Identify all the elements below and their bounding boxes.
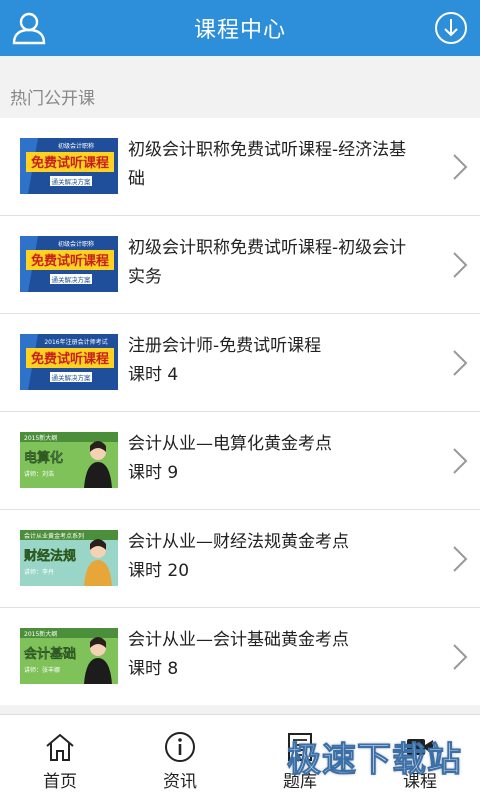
lesson-count: 课时 9 <box>128 463 179 483</box>
svg-text:初级会计职称: 初级会计职称 <box>58 142 94 150</box>
bottom-tab-bar: 首页 资讯 题库 课程 <box>0 714 480 801</box>
tab-label: 资讯 <box>163 772 197 792</box>
home-icon <box>46 733 74 761</box>
thumbnail-graphic: 初级会计职称免费试听课程通关解决方案 <box>20 138 118 194</box>
tab-home[interactable]: 首页 <box>0 715 120 801</box>
tab-question-bank[interactable]: 题库 <box>240 715 360 801</box>
svg-text:讲师：张丰娜: 讲师：张丰娜 <box>24 666 60 674</box>
tab-news[interactable]: 资讯 <box>120 715 240 801</box>
section-title: 热门公开课 <box>10 89 95 109</box>
user-icon[interactable] <box>10 9 48 47</box>
svg-text:会计基础: 会计基础 <box>24 646 76 662</box>
course-thumbnail: 2015新大纲会计基础讲师：张丰娜 <box>20 628 118 684</box>
course-row[interactable]: 会计从业黄金考点系列财经法规讲师：李丹 会计从业—财经法规黄金考点 课时 20 <box>0 510 480 608</box>
lesson-count: 课时 4 <box>128 365 179 385</box>
course-thumbnail: 2016年注册会计师考试免费试听课程通关解决方案 <box>20 334 118 390</box>
chevron-right-icon <box>453 644 468 670</box>
chevron-right-icon <box>453 546 468 572</box>
svg-text:电算化: 电算化 <box>24 450 63 466</box>
download-icon[interactable] <box>434 11 468 45</box>
app-header: 课程中心 <box>0 0 480 56</box>
thumbnail-graphic: 2015新大纲电算化讲师：刘浩 <box>20 432 118 488</box>
info-icon <box>165 732 195 762</box>
course-thumbnail: 2015新大纲电算化讲师：刘浩 <box>20 432 118 488</box>
svg-text:通关解决方案: 通关解决方案 <box>52 373 92 382</box>
course-row[interactable]: 初级会计职称免费试听课程通关解决方案 初级会计职称免费试听课程-经济法基础 <box>0 118 480 216</box>
chevron-right-icon <box>453 448 468 474</box>
svg-text:2016年注册会计师考试: 2016年注册会计师考试 <box>44 338 107 346</box>
svg-text:讲师：刘浩: 讲师：刘浩 <box>24 470 54 478</box>
course-row[interactable]: 2016年注册会计师考试免费试听课程通关解决方案 注册会计师-免费试听课程 课时 … <box>0 314 480 412</box>
svg-text:免费试听课程: 免费试听课程 <box>31 253 109 269</box>
course-list: 初级会计职称 免费试听课程 通关解决方案 初级会计职称免费试听课程-经济法基础 初级… <box>0 118 480 705</box>
course-title: 初级会计职称免费试听课程-经济法基础 <box>128 140 407 189</box>
chevron-right-icon <box>453 252 468 278</box>
tab-label: 题库 <box>283 772 317 792</box>
tab-courses[interactable]: 课程 <box>360 715 480 801</box>
course-title: 注册会计师-免费试听课程 课时 4 <box>128 332 418 390</box>
svg-text:通关解决方案: 通关解决方案 <box>52 177 92 186</box>
page-title: 课程中心 <box>193 18 286 43</box>
course-row[interactable]: 2015新大纲电算化讲师：刘浩 会计从业—电算化黄金考点 课时 9 <box>0 412 480 510</box>
svg-text:讲师：李丹: 讲师：李丹 <box>24 568 54 576</box>
svg-text:财经法规: 财经法规 <box>24 548 76 564</box>
document-icon <box>288 733 312 761</box>
tab-label: 首页 <box>43 772 77 792</box>
thumbnail-graphic: 会计从业黄金考点系列财经法规讲师：李丹 <box>20 530 118 586</box>
chevron-right-icon <box>453 350 468 376</box>
chevron-right-icon <box>453 154 468 180</box>
course-title: 会计从业—财经法规黄金考点 课时 20 <box>128 528 418 586</box>
course-title: 会计从业—电算化黄金考点 课时 9 <box>128 430 418 488</box>
svg-text:2015新大纲: 2015新大纲 <box>24 630 57 638</box>
course-title: 初级会计职称免费试听课程-初级会计实务 <box>128 238 407 287</box>
svg-text:初级会计职称: 初级会计职称 <box>58 240 94 248</box>
course-row[interactable]: 2015新大纲会计基础讲师：张丰娜 会计从业—会计基础黄金考点 课时 8 <box>0 608 480 705</box>
svg-text:2015新大纲: 2015新大纲 <box>24 434 57 442</box>
svg-text:免费试听课程: 免费试听课程 <box>31 351 109 367</box>
svg-text:免费试听课程: 免费试听课程 <box>31 155 109 171</box>
thumbnail-graphic: 初级会计职称免费试听课程通关解决方案 <box>20 236 118 292</box>
course-thumbnail: 初级会计职称免费试听课程通关解决方案 <box>20 236 118 292</box>
course-title: 会计从业—会计基础黄金考点 课时 8 <box>128 626 418 684</box>
thumbnail-graphic: 2015新大纲会计基础讲师：张丰娜 <box>20 628 118 684</box>
svg-text:通关解决方案: 通关解决方案 <box>52 275 92 284</box>
tab-label: 课程 <box>403 772 437 792</box>
course-thumbnail: 初级会计职称免费试听课程通关解决方案 <box>20 138 118 194</box>
video-icon <box>407 739 433 755</box>
course-row[interactable]: 初级会计职称免费试听课程通关解决方案 初级会计职称免费试听课程-初级会计实务 <box>0 216 480 314</box>
lesson-count: 课时 8 <box>128 659 179 679</box>
svg-text:会计从业黄金考点系列: 会计从业黄金考点系列 <box>24 532 84 540</box>
course-thumbnail: 会计从业黄金考点系列财经法规讲师：李丹 <box>20 530 118 586</box>
lesson-count: 课时 20 <box>128 561 190 581</box>
thumbnail-graphic: 2016年注册会计师考试免费试听课程通关解决方案 <box>20 334 118 390</box>
